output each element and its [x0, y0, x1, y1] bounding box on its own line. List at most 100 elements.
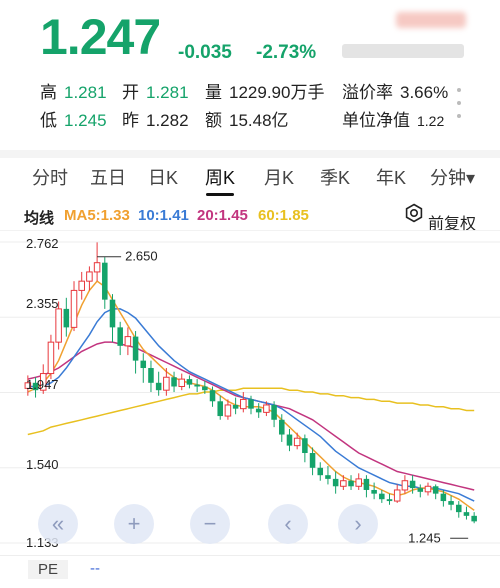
candle-body-down: [432, 486, 439, 494]
candle-body-up: [393, 489, 401, 502]
price-change-percent: -2.73%: [256, 42, 317, 63]
candle-body-up: [224, 404, 232, 417]
candle-body-up: [55, 308, 62, 343]
candle-body-down: [186, 379, 193, 385]
candle-body-up: [263, 404, 270, 413]
candle-body-up: [240, 398, 247, 410]
candle-body-down: [255, 408, 262, 413]
tab-weekly-k[interactable]: 周K: [205, 164, 235, 190]
candle-body-down: [194, 384, 200, 387]
candle-body-down: [348, 480, 354, 487]
blurred-header-text: [396, 12, 466, 28]
candle-body-up: [355, 478, 362, 487]
ma20-value: 20:1.45: [197, 207, 248, 224]
chevron-right-icon: ›: [354, 511, 362, 536]
quote-header: 1.247 -0.035 -2.73% 高 1.281 开 1.281 量 1229.…: [0, 0, 500, 150]
y-label-2: 2.355: [26, 296, 59, 311]
candle-body-down: [132, 336, 139, 361]
more-options-icon[interactable]: [456, 88, 462, 126]
candle-body-down: [417, 488, 424, 492]
candle-body-down: [386, 499, 393, 502]
candle-body-up: [163, 376, 170, 391]
candle-body-down: [448, 501, 454, 505]
nav-stat: 单位净值 1.22: [342, 111, 445, 130]
current-price: 1.247: [40, 9, 161, 65]
open-stat: 开 1.281: [122, 83, 189, 102]
candle-body-down: [279, 419, 285, 435]
candle-body-up: [424, 485, 432, 493]
tab-yearly-k[interactable]: 年K: [376, 164, 406, 190]
scroll-right-button[interactable]: ›: [338, 504, 378, 544]
kline-svg: 2.650 1.245: [0, 229, 500, 545]
candle-body-down: [317, 467, 324, 476]
tab-quarterly-k[interactable]: 季K: [320, 164, 350, 190]
candle-body-down: [325, 475, 331, 479]
tab-intraday[interactable]: 分时: [32, 164, 68, 190]
candle-body-up: [78, 280, 85, 291]
y-label-max: 2.762: [26, 236, 59, 251]
candle-body-up: [178, 378, 186, 387]
candle-body-down: [455, 504, 462, 513]
candle-body-down: [332, 478, 339, 487]
pe-value: --: [90, 560, 100, 577]
ma60-value: 60:1.85: [258, 207, 309, 224]
candle-body-down: [102, 262, 108, 300]
scroll-to-start-button[interactable]: «: [38, 504, 78, 544]
candle-body-down: [363, 478, 370, 490]
active-tab-indicator: [206, 193, 234, 196]
candle-body-down: [109, 299, 116, 328]
ma-label[interactable]: 均线: [24, 207, 54, 228]
candle-body-down: [440, 493, 447, 502]
candle-body-down: [379, 493, 385, 500]
tab-minute[interactable]: 分钟▾: [430, 164, 475, 190]
kline-chart[interactable]: 2.650 1.245 2.762 2.355 1.947 1.540 1.133: [0, 229, 500, 555]
candle-body-down: [409, 480, 416, 489]
premium-stat: 溢价率 3.66%: [342, 83, 449, 102]
high-annotation-label: 2.650: [125, 249, 158, 264]
candle-body-down: [271, 404, 277, 420]
candle-body-down: [309, 453, 316, 468]
candle-body-down: [463, 512, 470, 516]
candle-body-down: [217, 401, 223, 417]
pe-tab[interactable]: PE: [28, 560, 69, 579]
low-stat: 低 1.245: [40, 111, 107, 130]
candle-body-up: [401, 480, 409, 491]
price-change: -0.035: [178, 42, 232, 63]
chevron-left-icon: ‹: [284, 511, 292, 536]
candle-body-down: [117, 327, 123, 346]
candle-body-down: [148, 368, 154, 383]
tab-five-day[interactable]: 五日: [90, 164, 126, 190]
period-tabs: 分时 五日 日K 周K 月K 季K 年K 分钟▾: [0, 158, 500, 198]
candle-body-down: [302, 438, 308, 454]
tab-daily-k[interactable]: 日K: [148, 164, 178, 190]
scroll-left-button[interactable]: ‹: [268, 504, 308, 544]
candle-body-up: [86, 271, 93, 282]
plus-icon: +: [127, 511, 141, 536]
zoom-out-button[interactable]: −: [190, 504, 230, 544]
candle-body-up: [47, 341, 55, 375]
candle-body-up: [93, 262, 101, 273]
volume-stat: 量 1229.90万手: [205, 83, 325, 102]
candle-body-up: [124, 336, 132, 347]
adjust-toggle[interactable]: 前复权: [404, 203, 476, 233]
candle-body-down: [371, 489, 377, 494]
amount-stat: 额 15.48亿: [205, 111, 289, 130]
candle-body-up: [340, 480, 347, 487]
minus-icon: −: [203, 511, 217, 536]
tab-monthly-k[interactable]: 月K: [264, 164, 294, 190]
candle-body-up: [70, 289, 78, 328]
candle-body-down: [232, 404, 239, 409]
high-stat: 高 1.281: [40, 83, 107, 102]
section-divider: [0, 150, 500, 158]
candle-body-down: [209, 390, 216, 402]
zoom-in-button[interactable]: +: [114, 504, 154, 544]
ma10-value: 10:1.41: [138, 207, 189, 224]
bottom-indicator-bar: PE --: [0, 555, 500, 588]
candle-body-up: [293, 437, 301, 447]
blurred-info-bar: [342, 44, 464, 58]
prev-close-stat: 昨 1.282: [122, 111, 189, 130]
candle-body-down: [63, 308, 70, 328]
candle-body-down: [171, 377, 177, 387]
low-annotation-label: 1.245: [408, 530, 441, 545]
candle-body-down: [471, 515, 477, 522]
